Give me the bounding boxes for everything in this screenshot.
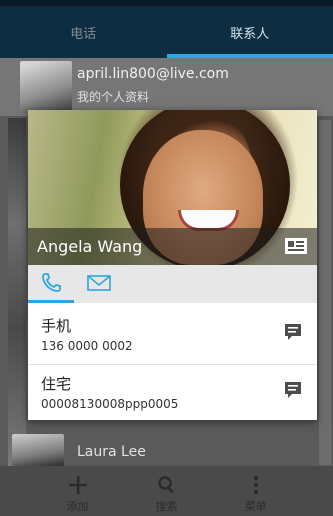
profile-email: april.lin800@live.com [77,66,229,82]
plus-icon [68,474,88,496]
tab-phone-label: 电话 [70,26,97,42]
avatar [12,434,64,466]
contact-avatars-column [8,118,26,468]
tab-phone[interactable]: 电话 [0,6,167,58]
alphabet-index-bar[interactable] [319,120,331,465]
phone-entry-home[interactable]: 住宅 00008130008ppp0005 [28,364,317,422]
tab-email[interactable] [84,273,114,297]
contact-name: Laura Lee [77,444,146,460]
action-tab-bar [28,265,317,303]
add-label: 添加 [66,500,89,513]
search-button[interactable]: 搜索 [141,466,193,516]
entry-label: 手机 [41,317,72,335]
profile-subtitle: 我的个人资料 [77,90,150,104]
more-vertical-icon [253,474,259,496]
avatar [20,61,72,113]
message-icon[interactable] [283,322,303,342]
list-item[interactable]: Laura Lee [0,434,333,466]
envelope-icon [87,274,111,296]
entry-label: 住宅 [41,375,72,393]
contact-name: Angela Wang [37,237,143,256]
phone-entry-mobile[interactable]: 手机 136 0000 0002 [28,306,317,365]
tab-contacts[interactable]: 联系人 [166,6,333,58]
phone-icon [40,272,62,298]
add-button[interactable]: 添加 [52,466,104,516]
contact-card-icon[interactable] [285,238,307,254]
quick-contact-card: Angela Wang 手机 136 0000 0002 住宅 00008130… [28,110,317,420]
tab-contacts-label: 联系人 [230,26,270,42]
message-icon[interactable] [283,380,303,400]
tab-bar: 电话 联系人 [0,6,333,58]
menu-label: 菜单 [244,500,267,513]
name-bar: Angela Wang [28,228,317,265]
menu-button[interactable]: 菜单 [230,466,282,516]
tab-call[interactable] [28,272,74,303]
entry-number: 136 0000 0002 [41,339,133,353]
my-profile-row[interactable]: april.lin800@live.com 我的个人资料 [0,58,333,116]
bottom-toolbar: 添加 搜索 菜单 [0,466,333,516]
contact-photo[interactable]: Angela Wang [28,110,317,265]
search-icon [157,474,177,496]
search-label: 搜索 [155,500,178,513]
entry-number: 00008130008ppp0005 [41,397,179,411]
